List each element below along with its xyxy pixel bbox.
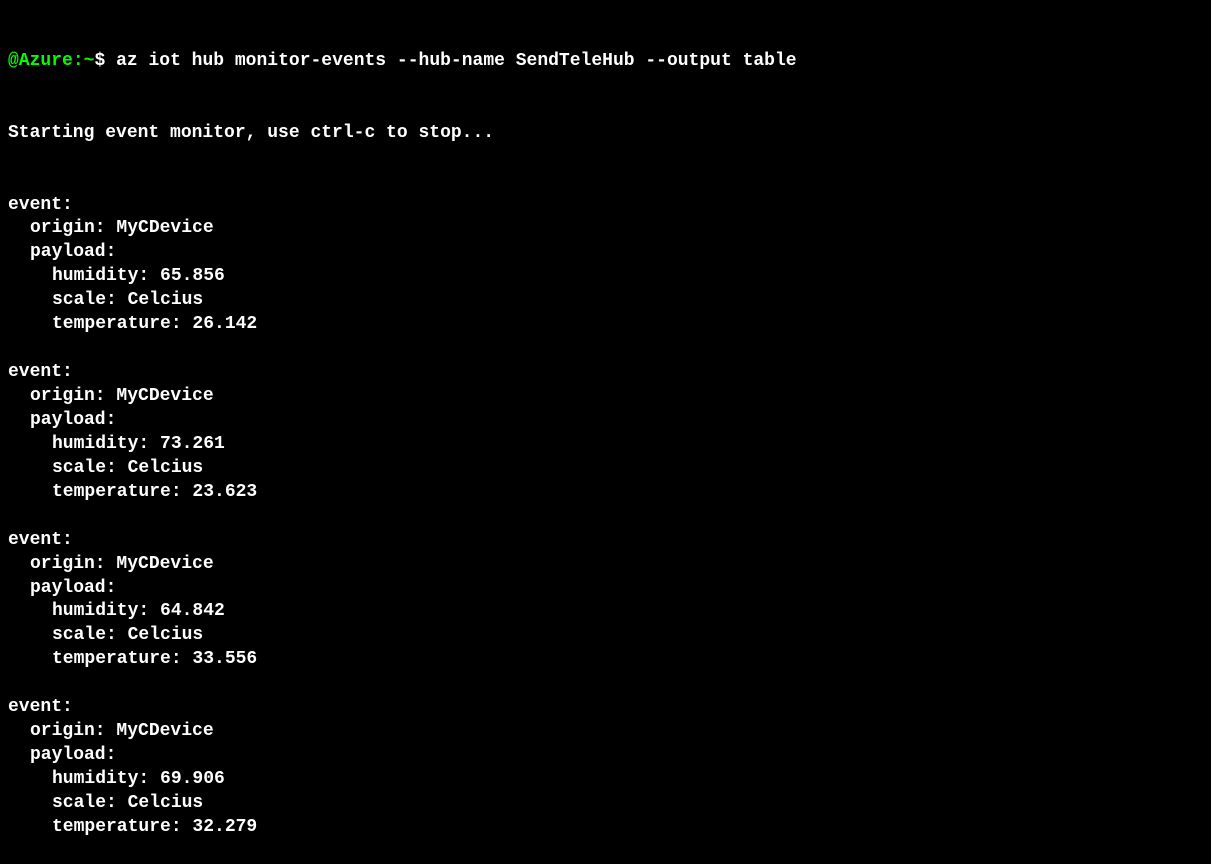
payload-scale: scale: Celcius <box>8 457 1203 481</box>
payload-temperature: temperature: 26.142 <box>8 313 1203 337</box>
prompt-user: @Azure <box>8 51 73 71</box>
events-output: event:origin: MyCDevicepayload:humidity:… <box>8 194 1203 840</box>
event-label: event: <box>8 529 1203 553</box>
payload-humidity: humidity: 69.906 <box>8 768 1203 792</box>
payload-humidity: humidity: 65.856 <box>8 265 1203 289</box>
prompt-separator: : <box>73 51 84 71</box>
blank-line <box>8 672 1203 696</box>
command-text: az iot hub monitor-events --hub-name Sen… <box>116 51 797 71</box>
payload-scale: scale: Celcius <box>8 624 1203 648</box>
event-block: event:origin: MyCDevicepayload:humidity:… <box>8 194 1203 338</box>
payload-temperature: temperature: 23.623 <box>8 481 1203 505</box>
command-line: @Azure:~$ az iot hub monitor-events --hu… <box>8 50 1203 74</box>
event-label: event: <box>8 696 1203 720</box>
payload-humidity: humidity: 73.261 <box>8 433 1203 457</box>
event-origin: origin: MyCDevice <box>8 385 1203 409</box>
event-block: event:origin: MyCDevicepayload:humidity:… <box>8 529 1203 673</box>
event-label: event: <box>8 361 1203 385</box>
payload-scale: scale: Celcius <box>8 792 1203 816</box>
payload-temperature: temperature: 32.279 <box>8 816 1203 840</box>
event-origin: origin: MyCDevice <box>8 720 1203 744</box>
event-payload-label: payload: <box>8 744 1203 768</box>
event-label: event: <box>8 194 1203 218</box>
event-block: event:origin: MyCDevicepayload:humidity:… <box>8 361 1203 505</box>
blank-line <box>8 505 1203 529</box>
event-origin: origin: MyCDevice <box>8 217 1203 241</box>
event-payload-label: payload: <box>8 241 1203 265</box>
payload-scale: scale: Celcius <box>8 289 1203 313</box>
start-message: Starting event monitor, use ctrl-c to st… <box>8 122 1203 146</box>
terminal-window[interactable]: @Azure:~$ az iot hub monitor-events --hu… <box>8 2 1203 864</box>
event-origin: origin: MyCDevice <box>8 553 1203 577</box>
payload-humidity: humidity: 64.842 <box>8 600 1203 624</box>
blank-line <box>8 337 1203 361</box>
prompt-path: ~ <box>84 51 95 71</box>
event-payload-label: payload: <box>8 409 1203 433</box>
event-payload-label: payload: <box>8 577 1203 601</box>
prompt-dollar: $ <box>94 51 105 71</box>
payload-temperature: temperature: 33.556 <box>8 648 1203 672</box>
